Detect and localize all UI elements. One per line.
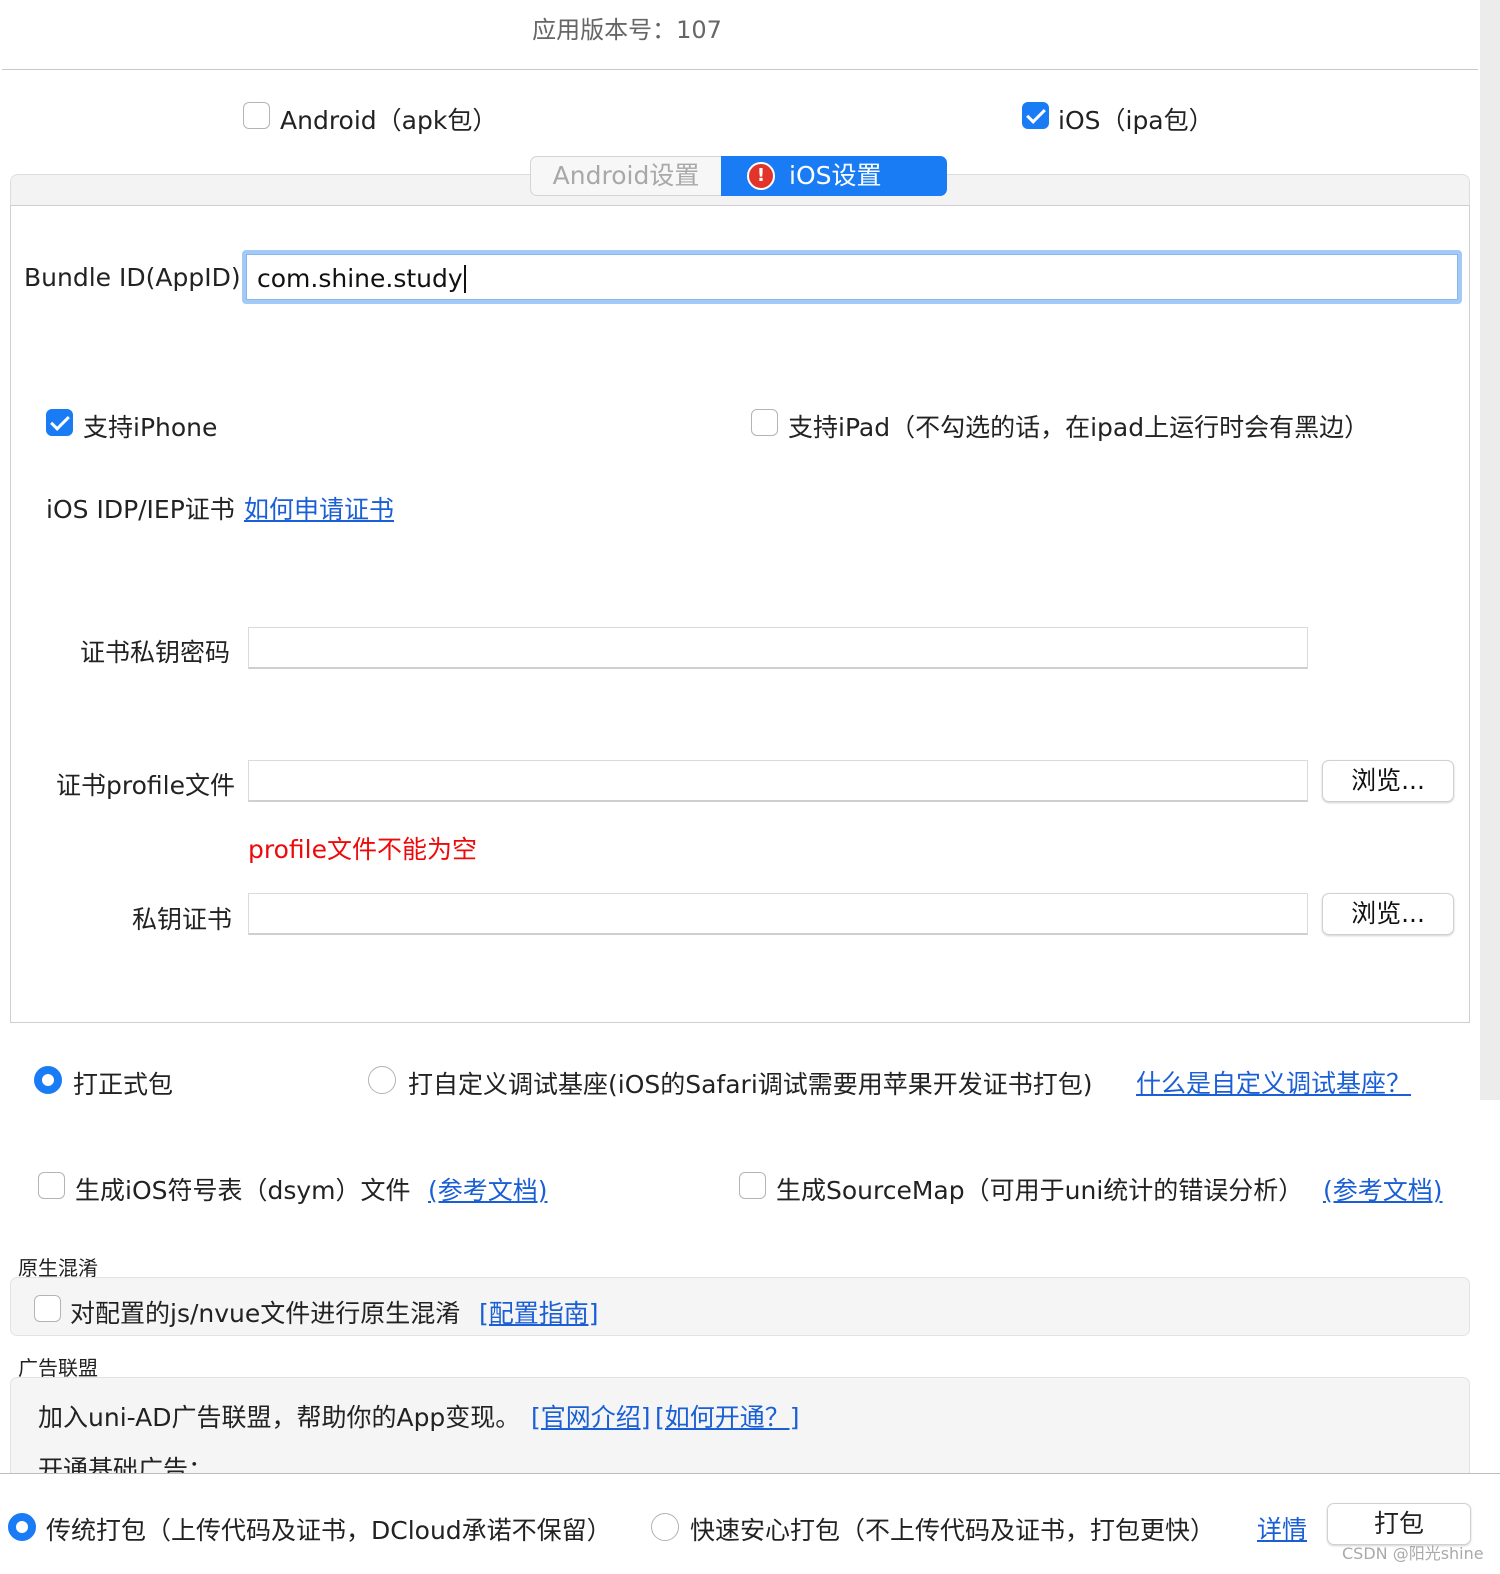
release-build-label: 打正式包 [73, 1070, 174, 1099]
obfuscation-label: 对配置的js/nvue文件进行原生混淆 [70, 1299, 461, 1328]
ios-checkbox[interactable] [1022, 102, 1049, 129]
support-iphone-checkbox[interactable] [46, 409, 73, 436]
cert-password-label: 证书私钥密码 [80, 638, 231, 667]
header-divider [2, 69, 1478, 70]
sourcemap-docs-link[interactable]: (参考文档) [1323, 1171, 1443, 1207]
ads-howto-link[interactable]: [如何开通？] [655, 1398, 800, 1434]
custom-base-radio[interactable] [368, 1066, 396, 1094]
fast-pack-radio[interactable] [651, 1513, 679, 1541]
dsym-docs-link[interactable]: (参考文档) [428, 1171, 548, 1207]
bottom-divider [0, 1473, 1500, 1474]
obfuscation-checkbox[interactable] [34, 1295, 61, 1322]
pack-button[interactable]: 打包 [1327, 1503, 1471, 1545]
android-checkbox[interactable] [243, 102, 270, 129]
how-to-apply-cert-link[interactable]: 如何申请证书 [244, 490, 394, 526]
custom-base-label: 打自定义调试基座(iOS的Safari调试需要用苹果开发证书打包) [408, 1070, 1093, 1099]
profile-error-message: profile文件不能为空 [248, 835, 477, 864]
browse-private-key-button[interactable]: 浏览... [1322, 893, 1454, 935]
app-version-label: 应用版本号：107 [532, 16, 722, 44]
ads-description: 加入uni-AD广告联盟，帮助你的App变现。 [38, 1403, 521, 1432]
dsym-label: 生成iOS符号表（dsym）文件 [75, 1176, 411, 1205]
ads-official-link[interactable]: [官网介绍] [531, 1398, 651, 1434]
bundle-id-value: com.shine.study [257, 264, 463, 293]
warning-icon: ! [747, 162, 775, 190]
support-ipad-checkbox[interactable] [751, 409, 778, 436]
fast-pack-label: 快速安心打包（不上传代码及证书，打包更快） [690, 1516, 1216, 1545]
private-key-input[interactable] [248, 893, 1308, 935]
android-checkbox-label: Android（apk包） [280, 106, 498, 135]
text-caret [463, 265, 466, 293]
bundle-id-input[interactable]: com.shine.study [242, 250, 1462, 304]
watermark: CSDN @阳光shine [1342, 1544, 1484, 1563]
sourcemap-label: 生成SourceMap（可用于uni统计的错误分析） [776, 1176, 1304, 1205]
sourcemap-checkbox[interactable] [739, 1172, 766, 1199]
dsym-checkbox[interactable] [38, 1172, 65, 1199]
release-build-radio[interactable] [34, 1066, 62, 1094]
tab-ios-settings[interactable]: ! iOS设置 [721, 156, 947, 196]
scrollbar-track[interactable] [1480, 0, 1500, 1100]
bundle-id-label: Bundle ID(AppID) [24, 263, 241, 292]
private-key-label: 私钥证书 [132, 905, 233, 934]
details-link[interactable]: 详情 [1257, 1510, 1307, 1546]
obfuscation-guide-link[interactable]: [配置指南] [479, 1294, 599, 1330]
browse-profile-button[interactable]: 浏览... [1322, 760, 1454, 802]
cert-heading: iOS IDP/IEP证书 [46, 495, 235, 524]
traditional-pack-label: 传统打包（上传代码及证书，DCloud承诺不保留） [46, 1516, 612, 1545]
custom-base-help-link[interactable]: 什么是自定义调试基座？ [1136, 1064, 1411, 1100]
traditional-pack-radio[interactable] [8, 1513, 36, 1541]
support-iphone-label: 支持iPhone [83, 413, 218, 442]
profile-file-label: 证书profile文件 [56, 771, 235, 800]
profile-file-input[interactable] [248, 760, 1308, 802]
ios-checkbox-label: iOS（ipa包） [1058, 106, 1214, 135]
cert-password-input[interactable] [248, 627, 1308, 669]
support-ipad-label: 支持iPad（不勾选的话，在ipad上运行时会有黑边） [788, 413, 1370, 442]
tab-ios-settings-label: iOS设置 [789, 161, 882, 190]
tab-android-settings[interactable]: Android设置 [530, 156, 722, 196]
